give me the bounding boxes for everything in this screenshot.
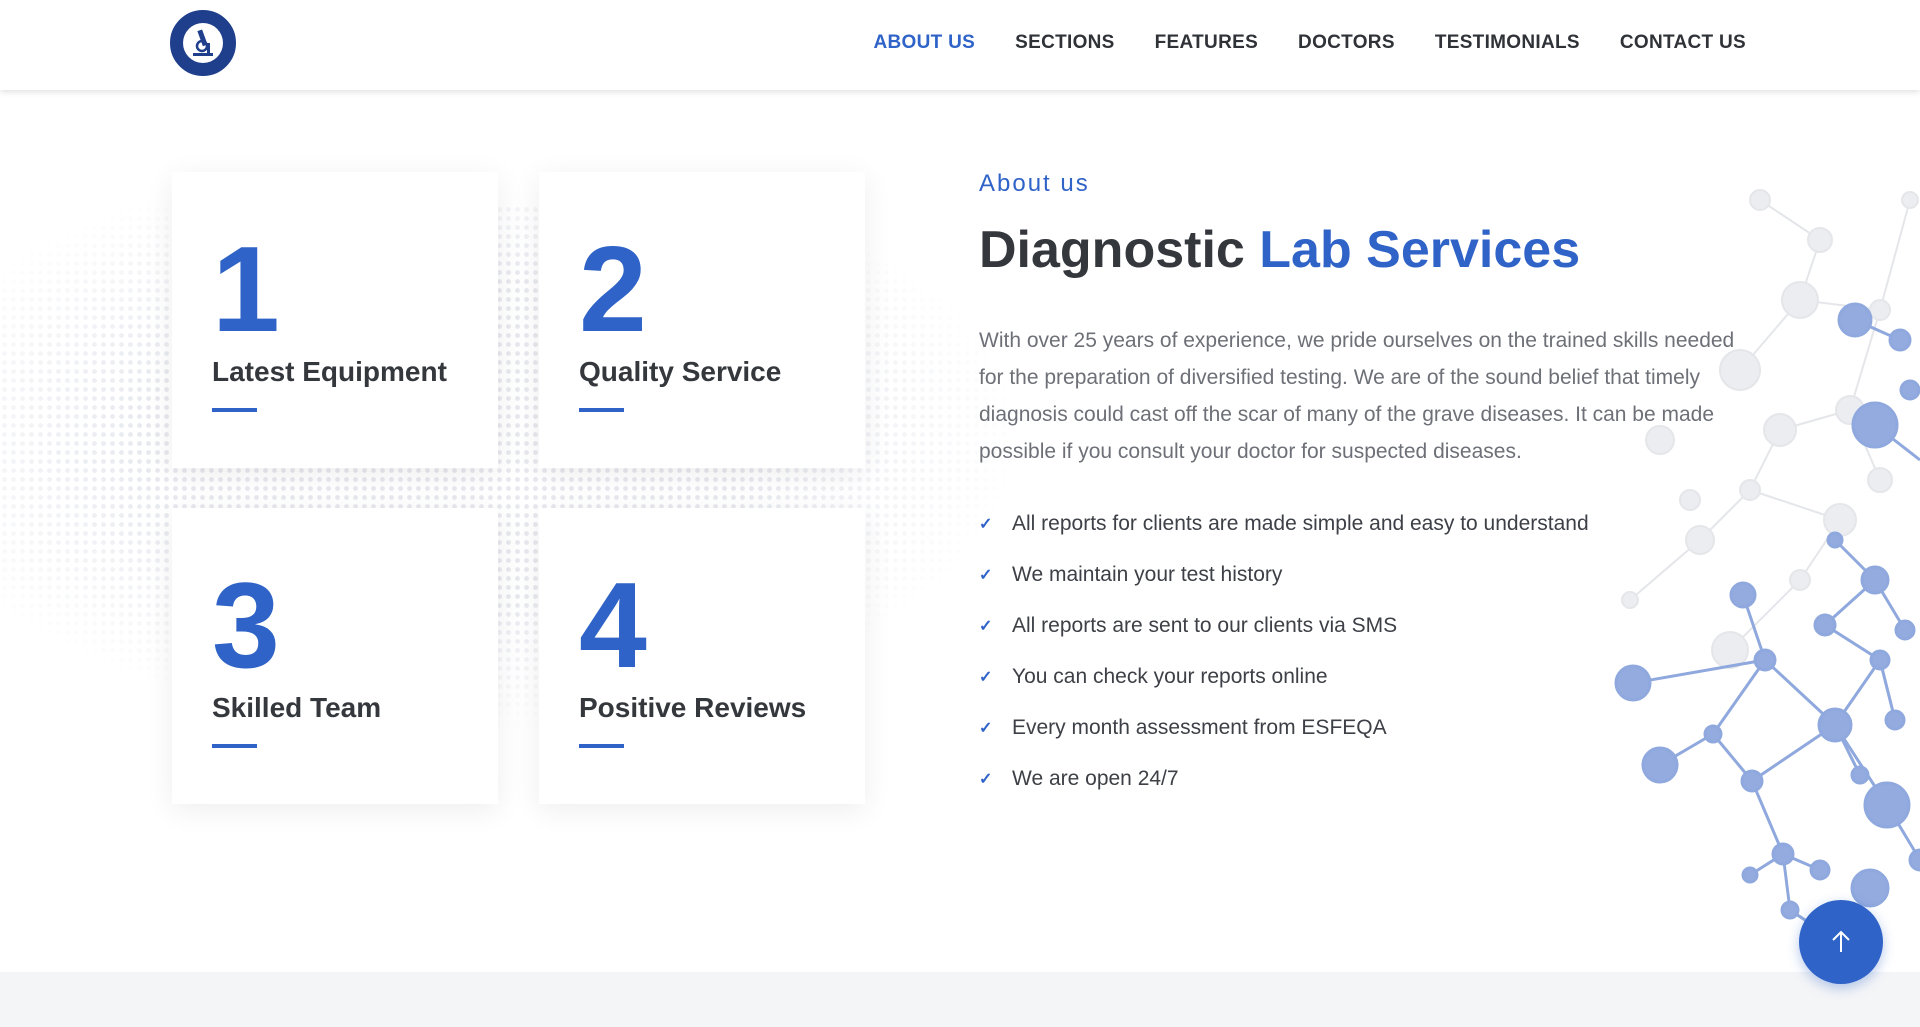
stat-number: 2 [579,221,647,357]
about-description: With over 25 years of experience, we pri… [979,329,1735,463]
stat-number: 3 [212,557,280,693]
main-nav: ABOUT US SECTIONS FEATURES DOCTORS TESTI… [874,0,1747,86]
section-title: Diagnostic Lab Services [979,220,1580,280]
list-item: ✓ We maintain your test history [979,549,1589,600]
section-kicker: About us [979,170,1090,197]
nav-contact-us[interactable]: CONTACT US [1620,32,1746,54]
list-item: ✓ All reports for clients are made simple… [979,498,1589,549]
nav-features[interactable]: FEATURES [1155,32,1258,54]
stat-card-reviews: 4 Positive Reviews [539,508,865,804]
check-icon: ✓ [979,719,993,737]
list-item-text: All reports are sent to our clients via … [1012,613,1398,637]
nav-doctors[interactable]: DOCTORS [1298,32,1395,54]
stat-title: Skilled Team [212,692,382,723]
stat-title: Quality Service [579,356,782,387]
list-item-text: Every month assessment from ESFEQA [1012,715,1387,739]
feature-checklist: ✓ All reports for clients are made simple… [979,498,1589,804]
stat-underline [579,744,624,748]
lab-logo[interactable] [170,10,236,76]
arrow-up-icon [1832,930,1850,952]
stat-number: 4 [579,557,647,693]
check-icon: ✓ [979,515,993,533]
list-item-text: We maintain your test history [1012,562,1283,586]
stat-number: 1 [212,221,280,357]
check-icon: ✓ [979,668,993,686]
next-section-strip [0,972,1920,1027]
list-item: ✓ All reports are sent to our clients via… [979,600,1589,651]
stat-underline [212,744,257,748]
nav-sections[interactable]: SECTIONS [1015,32,1115,54]
check-icon: ✓ [979,566,993,584]
list-item: ✓ We are open 24/7 [979,753,1589,804]
title-plain: Diagnostic [979,221,1245,279]
list-item: ✓ You can check your reports online [979,651,1589,702]
nav-testimonials[interactable]: TESTIMONIALS [1435,32,1580,54]
stat-underline [579,408,624,412]
stat-title: Latest Equipment [212,356,447,387]
nav-about-us[interactable]: ABOUT US [874,32,976,54]
stat-card-quality: 2 Quality Service [539,172,865,468]
list-item-text: You can check your reports online [1012,664,1328,688]
list-item: ✓ Every month assessment from ESFEQA [979,702,1589,753]
list-item-text: All reports for clients are made simple … [1012,511,1589,535]
stat-card-team: 3 Skilled Team [172,508,498,804]
check-icon: ✓ [979,770,993,788]
site-header: ABOUT US SECTIONS FEATURES DOCTORS TESTI… [0,0,1920,90]
title-highlight: Lab Services [1259,221,1581,279]
microscope-icon [193,29,213,56]
stat-underline [212,408,257,412]
check-icon: ✓ [979,617,993,635]
list-item-text: We are open 24/7 [1012,766,1179,790]
stat-card-equipment: 1 Latest Equipment [172,172,498,468]
scroll-to-top-button[interactable] [1799,900,1883,984]
stat-title: Positive Reviews [579,692,807,723]
